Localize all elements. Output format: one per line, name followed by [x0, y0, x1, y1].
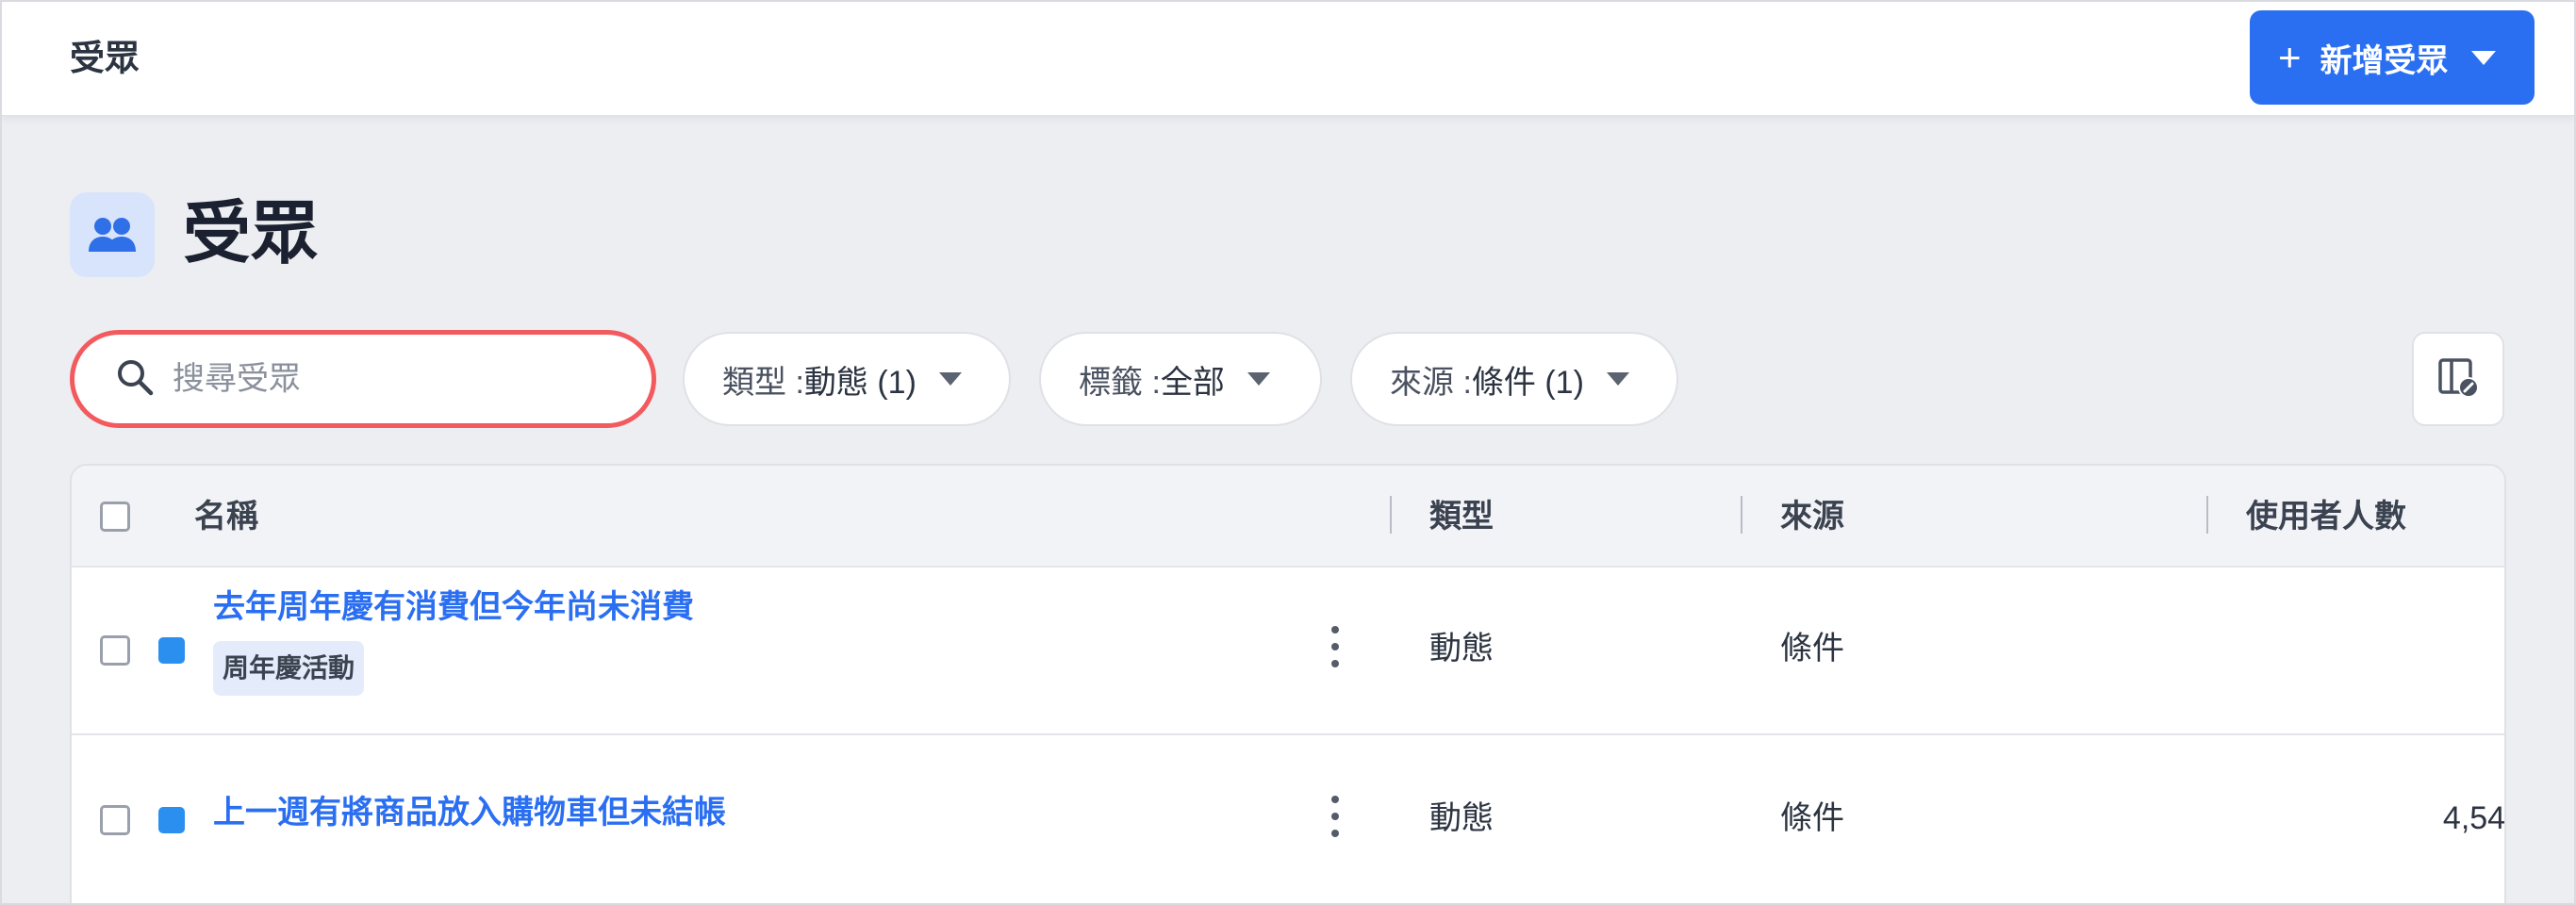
source-cell: 條件: [1780, 631, 1844, 666]
search-input[interactable]: [173, 360, 587, 398]
column-header-type[interactable]: 類型: [1429, 494, 1494, 539]
column-header-name[interactable]: 名稱: [194, 494, 258, 539]
column-settings-button[interactable]: [2412, 332, 2504, 426]
search-box[interactable]: [70, 330, 656, 428]
more-options-icon[interactable]: [1324, 626, 1346, 675]
new-audience-button[interactable]: + 新增受眾: [2250, 10, 2535, 105]
caret-down-icon: [1606, 372, 1629, 386]
filter-type-key: 類型 :: [722, 364, 804, 401]
caret-down-icon[interactable]: [2470, 50, 2496, 65]
row-checkbox[interactable]: [100, 635, 130, 666]
filter-source[interactable]: 來源 : 條件 (1): [1350, 332, 1678, 426]
tag-badge: 周年慶活動: [213, 641, 365, 696]
color-swatch: [158, 637, 185, 664]
type-cell: 動態: [1429, 800, 1494, 836]
plus-icon: +: [2278, 35, 2302, 79]
table-row[interactable]: 去年周年慶有消費但今年尚未消費 周年慶活動 動態 條件 1: [72, 568, 2504, 735]
column-divider[interactable]: [1390, 496, 1392, 534]
users-count-cell: 1: [2505, 626, 2506, 671]
column-divider[interactable]: [2206, 496, 2208, 534]
column-edit-icon: [2436, 355, 2480, 403]
audience-table: 名稱 類型 來源 使用者人數 去年周年慶有消費但今年尚未消費 周年慶活動 動態 …: [70, 464, 2506, 903]
users-count-cell: 4,547: [2442, 800, 2506, 836]
audience-name-link[interactable]: 上一週有將商品放入購物車但未結帳: [213, 790, 726, 835]
topbar-title: 受眾: [70, 39, 140, 77]
app-frame: 受眾 + 新增受眾 受眾 類型 : 動態 (1) 標籤 :: [0, 0, 2576, 905]
column-header-users[interactable]: 使用者人數: [2246, 494, 2406, 539]
users-icon: [70, 192, 155, 277]
column-divider[interactable]: [1741, 496, 1742, 534]
select-all-checkbox[interactable]: [100, 502, 130, 532]
filter-source-value: 條件 (1): [1471, 364, 1584, 401]
filter-type[interactable]: 類型 : 動態 (1): [683, 332, 1011, 426]
top-bar: 受眾 + 新增受眾: [2, 2, 2574, 117]
filter-tag-value: 全部: [1160, 364, 1225, 401]
page-title: 受眾: [183, 196, 320, 272]
row-checkbox[interactable]: [100, 805, 130, 835]
more-options-icon[interactable]: [1324, 796, 1346, 845]
filter-tag-key: 標籤 :: [1079, 364, 1161, 401]
caret-down-icon: [1247, 372, 1270, 386]
color-swatch: [158, 807, 185, 833]
table-row[interactable]: 上一週有將商品放入購物車但未結帳 動態 條件 4,547: [72, 735, 2506, 903]
search-icon: [116, 358, 154, 401]
new-audience-label: 新增受眾: [2320, 42, 2449, 79]
filter-type-value: 動態 (1): [803, 364, 916, 401]
type-cell: 動態: [1429, 631, 1494, 666]
column-header-source[interactable]: 來源: [1780, 494, 1844, 539]
filter-source-key: 來源 :: [1390, 364, 1472, 401]
table-header: 名稱 類型 來源 使用者人數: [72, 466, 2504, 568]
audience-name-link[interactable]: 去年周年慶有消費但今年尚未消費: [213, 584, 694, 630]
caret-down-icon: [938, 372, 962, 386]
filter-tag[interactable]: 標籤 : 全部: [1039, 332, 1322, 426]
source-cell: 條件: [1780, 800, 1844, 836]
